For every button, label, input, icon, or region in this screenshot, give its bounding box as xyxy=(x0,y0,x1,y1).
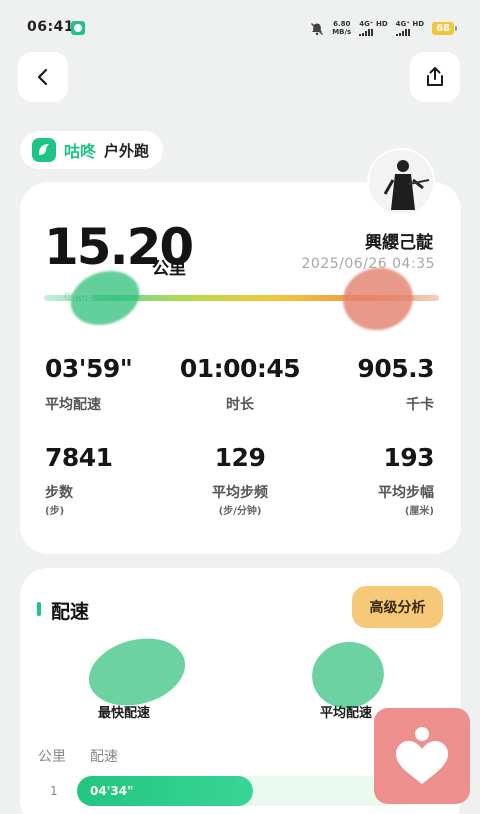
duration-label: 时长 xyxy=(226,397,254,413)
cadence-value: 129 xyxy=(214,443,266,472)
avg-pace-value: 03'59" xyxy=(45,354,133,383)
sim2-signal: 4G⁺ HD xyxy=(395,19,425,36)
distance-unit: 公里 xyxy=(152,259,186,279)
pace-row-km: 1 xyxy=(50,784,58,798)
bar-start-label: 08:08 xyxy=(64,292,93,303)
pace-section-title: 配速 xyxy=(51,601,90,623)
signal-bars-icon xyxy=(395,28,424,36)
brand-name: 咕咚 xyxy=(64,142,97,161)
sim2-label: 4G⁺ HD xyxy=(395,19,425,28)
section-accent-bar xyxy=(37,602,41,616)
mute-bell-icon xyxy=(310,21,324,36)
pace-row-value: 04'34" xyxy=(90,784,134,798)
fastest-pace-label: 最快配速 xyxy=(98,706,151,721)
battery-indicator: 68 xyxy=(432,21,457,35)
column-header-pace: 配速 xyxy=(90,749,118,765)
steps-label: 步数 xyxy=(45,485,73,501)
brand-tag: 咕咚 户外跑 xyxy=(20,131,164,169)
steps-unit: (步) xyxy=(45,506,65,517)
stride-unit: (厘米) xyxy=(404,506,434,517)
run-type: 户外跑 xyxy=(104,141,150,160)
sim1-label: 4G⁺ HD xyxy=(359,19,388,28)
average-pace-label: 平均配速 xyxy=(320,706,373,721)
chevron-left-icon xyxy=(37,68,48,86)
net-speed-unit: MB/s xyxy=(332,28,352,36)
app-notification-icon xyxy=(71,21,85,35)
calories-label: 千卡 xyxy=(406,397,434,413)
floating-assist-button[interactable] xyxy=(374,708,470,804)
status-indicators: 6.80 MB/s 4G⁺ HD 4G⁺ HD 68 xyxy=(310,19,457,36)
avatar[interactable] xyxy=(367,148,435,216)
signal-bars-icon xyxy=(359,28,387,36)
stride-value: 193 xyxy=(383,443,434,472)
stride-label: 平均步幅 xyxy=(378,485,434,501)
heart-person-icon xyxy=(396,727,448,784)
sim1-signal: 4G⁺ HD xyxy=(359,19,388,36)
share-icon xyxy=(427,67,443,86)
cadence-label: 平均步频 xyxy=(212,485,268,501)
username: 興纓己靛 xyxy=(365,233,433,253)
duration-value: 01:00:45 xyxy=(179,354,301,383)
back-button[interactable] xyxy=(18,52,68,102)
cadence-unit: (步/分钟) xyxy=(218,506,262,517)
advanced-analysis-button[interactable]: 高级分析 xyxy=(352,586,443,628)
steps-value: 7841 xyxy=(45,443,113,472)
net-speed-value: 6.80 xyxy=(333,20,351,28)
avg-pace-label: 平均配速 xyxy=(45,397,101,413)
codoon-logo-icon xyxy=(32,138,56,162)
calories-value: 905.3 xyxy=(357,354,434,383)
status-time: 06:41 xyxy=(27,19,75,35)
column-header-km: 公里 xyxy=(38,749,66,765)
share-button[interactable] xyxy=(410,52,460,102)
net-speed: 6.80 MB/s xyxy=(332,20,351,36)
